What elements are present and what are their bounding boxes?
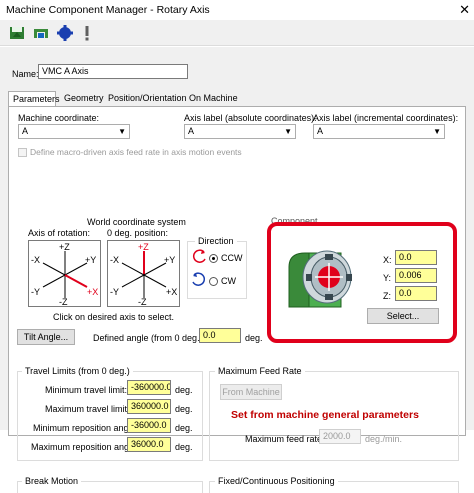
- title-bar: Machine Component Manager - Rotary Axis …: [0, 0, 474, 20]
- max-feed-rate-field[interactable]: 2000.0: [319, 429, 361, 444]
- chevron-down-icon: ▼: [284, 127, 292, 136]
- min-reposition-field[interactable]: -36000.0: [127, 418, 171, 433]
- tab-parameters[interactable]: Parameters: [8, 91, 60, 107]
- defined-angle-label: Defined angle (from 0 deg.):: [93, 333, 206, 343]
- tilt-angle-button[interactable]: Tilt Angle...: [17, 329, 75, 345]
- max-feed-rate-label: Maximum feed rate:: [245, 434, 325, 444]
- machine-coordinate-select[interactable]: A ▼: [18, 124, 130, 139]
- max-travel-label: Maximum travel limit:: [45, 404, 130, 414]
- tab-geometry[interactable]: Geometry: [60, 91, 104, 107]
- machine-coordinate-value: A: [22, 126, 29, 136]
- fixed-positioning-title: Fixed/Continuous Positioning: [215, 476, 338, 486]
- axis-label-abs-select[interactable]: A ▼: [184, 124, 296, 139]
- toolbar: [0, 20, 474, 46]
- axis2-mx: -X: [110, 255, 119, 265]
- max-feed-rate-unit: deg./min.: [365, 434, 403, 444]
- machine-coordinate-label: Machine coordinate:: [18, 113, 100, 123]
- min-travel-unit: deg.: [175, 385, 193, 395]
- wcs-title: World coordinate system: [87, 217, 186, 227]
- axis-label-inc-select[interactable]: A ▼: [313, 124, 445, 139]
- max-feed-rate-title: Maximum Feed Rate: [215, 366, 305, 376]
- axis-label-inc-value: A: [317, 126, 324, 136]
- max-reposition-field[interactable]: 36000.0: [127, 437, 171, 452]
- max-travel-field[interactable]: 360000.0: [127, 399, 171, 414]
- break-motion-title: Break Motion: [22, 476, 82, 486]
- component-x-label: X:: [383, 255, 392, 265]
- tab-position-orientation[interactable]: Position/Orientation On Machine: [104, 91, 244, 107]
- axis1-pz: +Z: [59, 242, 70, 252]
- min-travel-field[interactable]: -360000.0: [127, 380, 171, 395]
- axis2-px: +X: [166, 287, 178, 297]
- direction-title: Direction: [195, 236, 237, 246]
- axis-of-rotation-label: Axis of rotation:: [28, 228, 91, 238]
- zero-position-label: 0 deg. position:: [107, 228, 169, 238]
- component-z-field[interactable]: 0.0: [395, 286, 437, 301]
- axis1-mz: -Z: [59, 297, 68, 307]
- min-reposition-unit: deg.: [175, 423, 193, 433]
- axis-label-abs-value: A: [188, 126, 195, 136]
- defined-angle-unit: deg.: [245, 333, 263, 343]
- axis-of-rotation-selector[interactable]: +Z +Y -X +X -Y -Z: [28, 240, 101, 307]
- close-icon[interactable]: ✕: [459, 2, 470, 18]
- ccw-icon: [192, 249, 206, 263]
- axis2-my: -Y: [110, 287, 119, 297]
- component-icon[interactable]: [32, 24, 50, 42]
- min-travel-label: Minimum travel limit:: [45, 385, 128, 395]
- parameters-panel: Machine coordinate: A ▼ Axis label (abso…: [8, 106, 466, 493]
- rotary-table-preview: [288, 250, 352, 308]
- axis-hint: Click on desired axis to select.: [53, 312, 175, 322]
- select-component-button[interactable]: Select...: [367, 308, 439, 324]
- ccw-label: CCW: [221, 253, 243, 263]
- max-travel-unit: deg.: [175, 404, 193, 414]
- axis1-py: +Y: [85, 255, 97, 265]
- dialog-body: Name: VMC A Axis Parameters Geometry Pos…: [0, 47, 474, 493]
- axis-icon[interactable]: [56, 24, 74, 42]
- from-machine-button[interactable]: From Machine: [220, 384, 282, 400]
- axis-label-abs-label: Axis label (absolute coordinates):: [184, 113, 317, 123]
- name-label: Name:: [12, 69, 39, 79]
- axis1-mx: -X: [31, 255, 40, 265]
- save-icon[interactable]: [8, 24, 26, 42]
- cw-icon: [192, 272, 206, 286]
- axis-label-inc-label: Axis label (incremental coordinates):: [313, 113, 459, 123]
- macro-feed-label: Define macro-driven axis feed rate in ax…: [30, 147, 242, 157]
- window-title: Machine Component Manager - Rotary Axis: [6, 4, 210, 16]
- cw-radio[interactable]: [209, 277, 218, 286]
- ccw-radio[interactable]: [209, 254, 218, 263]
- chevron-down-icon: ▼: [433, 127, 441, 136]
- name-field[interactable]: VMC A Axis: [38, 64, 188, 79]
- travel-limits-title: Travel Limits (from 0 deg.): [22, 366, 133, 376]
- axis2-py: +Y: [164, 255, 176, 265]
- max-reposition-unit: deg.: [175, 442, 193, 452]
- axis1-px: +X: [87, 287, 99, 297]
- zero-position-selector[interactable]: +Z +Y -X +X -Y -Z: [107, 240, 180, 307]
- defined-angle-field[interactable]: 0.0: [199, 328, 241, 343]
- chevron-down-icon: ▼: [118, 127, 126, 136]
- component-y-label: Y:: [383, 273, 392, 283]
- cw-label: CW: [221, 276, 236, 286]
- axis2-pz: +Z: [138, 242, 149, 252]
- axis2-mz: -Z: [138, 297, 147, 307]
- warning-icon[interactable]: [78, 24, 96, 42]
- axis1-my: -Y: [31, 287, 40, 297]
- component-z-label: Z:: [383, 291, 391, 301]
- min-reposition-label: Minimum reposition angle:: [33, 423, 139, 433]
- component-y-field[interactable]: 0.006: [395, 268, 437, 283]
- feed-rate-note: Set from machine general parameters: [231, 409, 419, 421]
- max-reposition-label: Maximum reposition angle:: [31, 442, 139, 452]
- macro-feed-checkbox[interactable]: [18, 148, 27, 157]
- component-x-field[interactable]: 0.0: [395, 250, 437, 265]
